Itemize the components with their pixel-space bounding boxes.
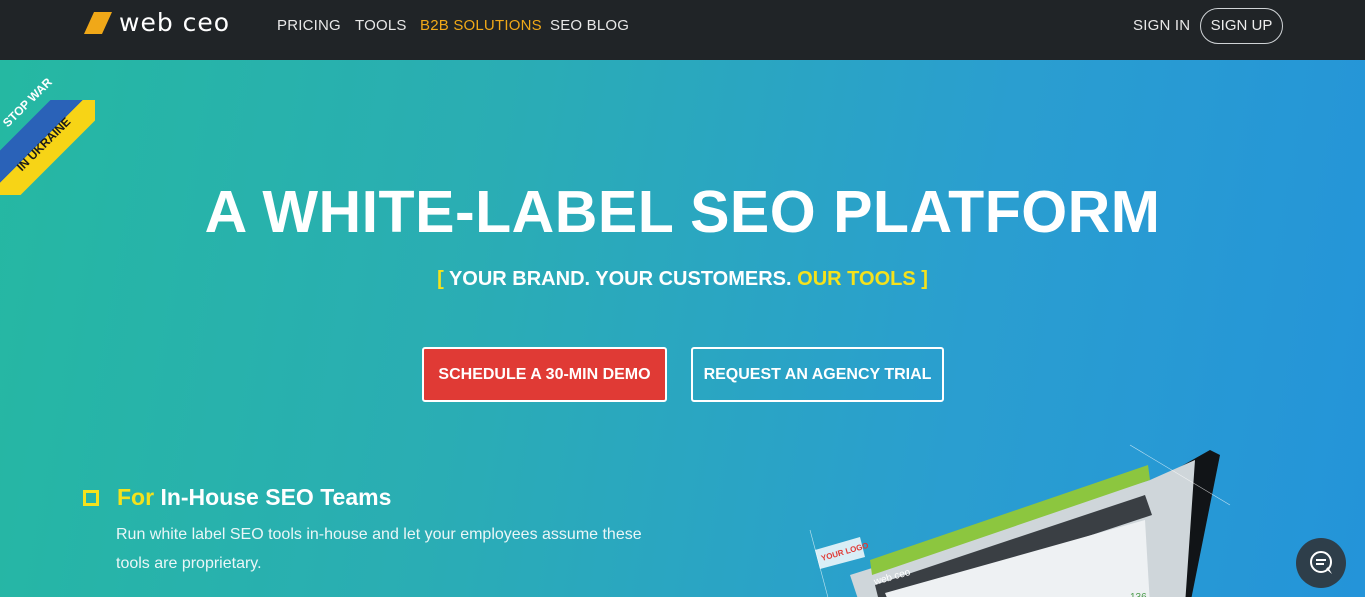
page-title: A WHITE-LABEL SEO PLATFORM [204, 179, 1161, 245]
tagline: [ YOUR BRAND. YOUR CUSTOMERS. OUR TOOLS … [0, 268, 1365, 291]
sign-up-button[interactable]: SIGN UP [1200, 8, 1283, 44]
agency-trial-button[interactable]: REQUEST AN AGENCY TRIAL [691, 347, 944, 402]
laptop-mockup-illustration: YOUR LOGO web ceo 136 [809, 444, 1231, 597]
nav-seo-blog[interactable]: SEO BLOG [550, 17, 629, 34]
nav-b2b-solutions[interactable]: B2B SOLUTIONS [420, 17, 542, 34]
chat-bubble-icon [1310, 551, 1332, 574]
hero-section: STOP WAR IN UKRAINE A WHITE-LABEL SEO PL… [0, 60, 1365, 597]
top-navbar: web ceo PRICING TOOLS B2B SOLUTIONS SEO … [0, 0, 1365, 60]
feature-title-rest: In-House SEO Teams [160, 484, 392, 510]
schedule-demo-button[interactable]: SCHEDULE A 30-MIN DEMO [422, 347, 667, 402]
tagline-highlight: OUR TOOLS [797, 268, 916, 290]
tagline-main: YOUR BRAND. YOUR CUSTOMERS. [448, 268, 792, 290]
chat-button[interactable] [1296, 538, 1346, 588]
webceo-logo-icon[interactable] [84, 12, 112, 34]
sign-in-link[interactable]: SIGN IN [1133, 17, 1190, 34]
feature-title: For In-House SEO Teams [117, 484, 391, 511]
tagline-bracket-close: ] [921, 268, 928, 290]
logo-text[interactable]: web ceo [119, 8, 230, 37]
bullet-square-icon [83, 490, 99, 506]
tagline-bracket-open: [ [437, 268, 444, 290]
feature-description: Run white label SEO tools in-house and l… [116, 526, 642, 572]
nav-pricing[interactable]: PRICING [277, 17, 341, 34]
mockup-number: 136 [1130, 592, 1147, 597]
nav-tools[interactable]: TOOLS [355, 17, 407, 34]
feature-title-prefix: For [117, 484, 155, 510]
